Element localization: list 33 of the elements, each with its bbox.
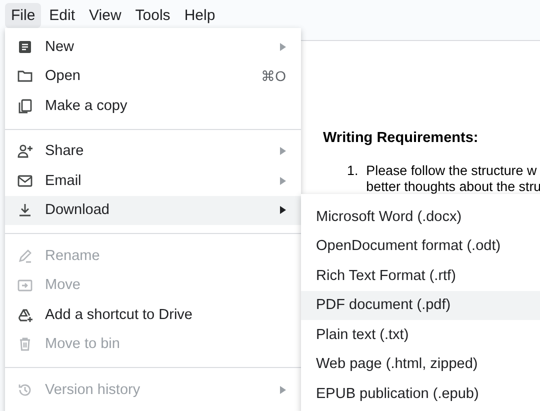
history-icon (17, 382, 33, 398)
menu-bar-item[interactable]: File (5, 2, 42, 28)
trash-icon (17, 336, 33, 352)
menu-item[interactable]: Share (5, 136, 301, 166)
menu-bar-item[interactable]: Tools (129, 2, 176, 28)
pencil-icon (17, 248, 33, 264)
submenu-item[interactable]: Plain text (.txt) (301, 320, 540, 350)
menu-item[interactable]: New (5, 32, 301, 62)
envelope-icon (17, 172, 33, 189)
document-heading: Writing Requirements: (323, 130, 478, 146)
folder-icon (17, 68, 33, 84)
submenu-item[interactable]: EPUB publication (.epub) (301, 379, 540, 408)
submenu-item[interactable]: Web page (.html, zipped) (301, 350, 540, 379)
menu-item[interactable]: Add a shortcut to Drive (5, 300, 301, 330)
menu-item[interactable]: Download (5, 196, 301, 225)
list-number: 1. (347, 163, 358, 180)
menu-item[interactable]: Email (5, 166, 301, 196)
menu-bar-item[interactable]: View (83, 2, 128, 28)
copy-icon (17, 98, 33, 114)
menu-item[interactable]: Make a copy (5, 91, 301, 120)
menu-item[interactable]: Open ⌘O (5, 62, 301, 91)
document-text-line: Please follow the structure w (366, 163, 538, 179)
document-icon (17, 38, 33, 55)
submenu-item[interactable]: Microsoft Word (.docx) (301, 202, 540, 232)
submenu-item[interactable]: OpenDocument format (.odt) (301, 232, 540, 261)
menu-bar-item[interactable]: Edit (43, 2, 82, 28)
download-icon (17, 202, 33, 218)
document-text-line: better thoughts about the stru (366, 179, 540, 195)
drive-add-icon (17, 306, 33, 323)
add-person-icon (17, 143, 33, 160)
submenu-item[interactable]: Rich Text Format (.rtf) (301, 261, 540, 290)
menu-bar-item[interactable]: Help (178, 2, 222, 28)
submenu-item[interactable]: PDF document (.pdf) (301, 290, 540, 320)
